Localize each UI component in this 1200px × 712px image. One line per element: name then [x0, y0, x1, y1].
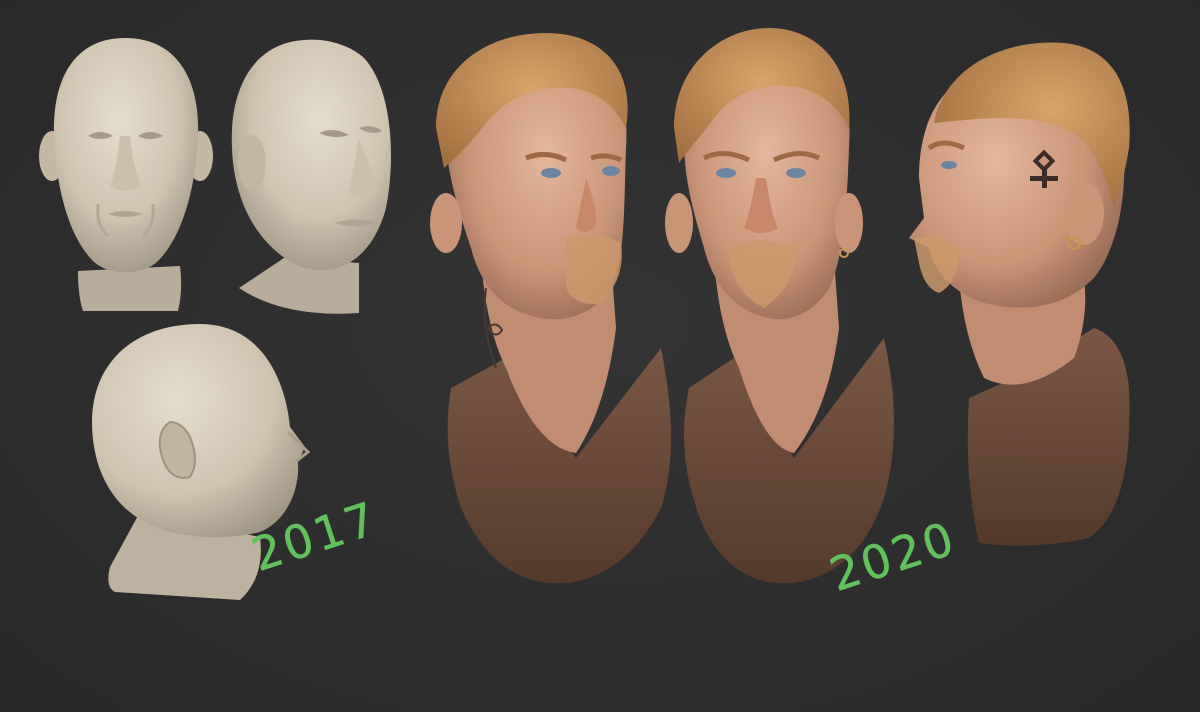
clay-head-front-2017 — [38, 36, 213, 316]
color-bust-three-quarter-left-2020 — [426, 28, 676, 588]
sculpt-comparison-canvas: 2017 2020 — [0, 0, 1200, 712]
color-bust-front-2020 — [664, 28, 904, 588]
color-bust-profile-right-2020 — [904, 38, 1144, 558]
clay-head-three-quarter-2017 — [224, 38, 404, 318]
